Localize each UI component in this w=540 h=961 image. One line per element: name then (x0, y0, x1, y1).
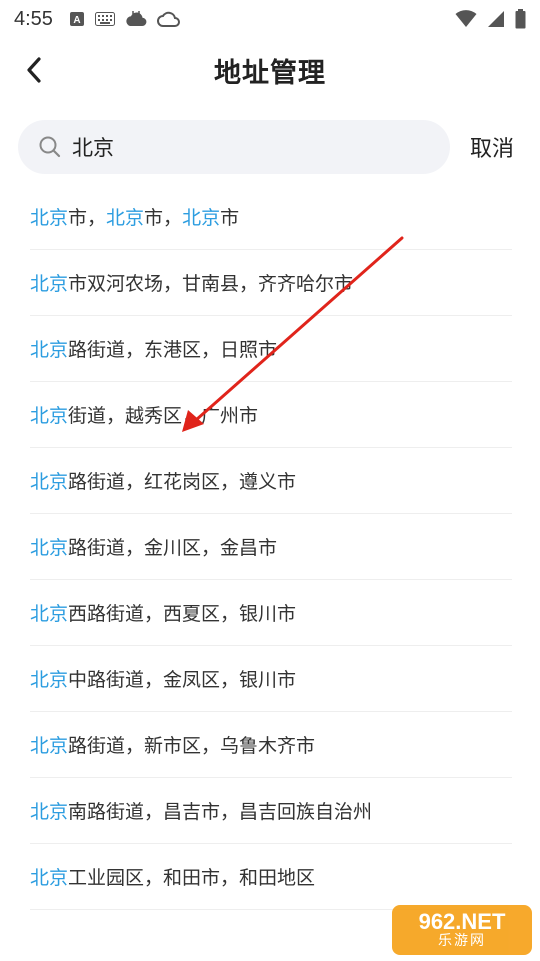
result-text: 路街道，新市区，乌鲁木齐市 (68, 735, 316, 757)
page-title: 地址管理 (214, 57, 326, 89)
back-button[interactable] (14, 50, 54, 90)
result-text: 路街道，东港区，日照市 (68, 339, 278, 361)
chevron-left-icon (27, 57, 41, 83)
cloud-outline-icon (157, 10, 181, 28)
result-match: 北京 (30, 669, 69, 691)
result-match: 北京 (30, 603, 69, 625)
result-list: 北京 市， 北京 市， 北京市 北京 市双河农场，甘南县，齐齐哈尔市 北京 路街道，东港区，… (0, 184, 540, 910)
result-match: 北京 (30, 339, 69, 361)
status-icons-right (455, 9, 526, 29)
result-text: 市双河农场，甘南县，齐齐哈尔市 (68, 273, 354, 295)
result-item[interactable]: 北京 市， 北京 市， 北京市 (30, 184, 512, 250)
search-input[interactable] (72, 135, 412, 159)
status-time: 4:55 (14, 7, 53, 30)
result-item[interactable]: 北京 工业园区，和田市，和田地区 (30, 844, 512, 910)
a-box-icon: A (69, 11, 85, 27)
result-match: 北京 (30, 207, 69, 229)
result-text: 中路街道，金凤区，银川市 (68, 669, 297, 691)
result-item[interactable]: 北京 市双河农场，甘南县，齐齐哈尔市 (30, 250, 512, 316)
result-text: 市， (68, 207, 107, 229)
screen: 4:55 A 地址管理 北京 取消 北京 市， 北京 市， 北京 市 北京 市双… (0, 0, 540, 961)
result-text: 市 (220, 207, 240, 229)
status-icons-left: A (69, 10, 181, 28)
result-match: 北京 (30, 471, 69, 493)
result-match: 北京 (30, 735, 69, 757)
result-text: 西路街道，西夏区，银川市 (68, 603, 297, 625)
result-text: 街道，越秀区，广州市 (68, 405, 259, 427)
svg-text:A: A (73, 15, 80, 26)
keyboard-icon (94, 12, 115, 26)
result-text: 工业园区，和田市，和田地区 (68, 867, 316, 889)
result-match: 北京 (106, 207, 145, 229)
result-text: 路街道，红花岗区，遵义市 (68, 471, 297, 493)
cancel-button[interactable]: 取消 (470, 131, 514, 163)
result-match: 北京 (30, 405, 69, 427)
result-match: 北京 (30, 801, 69, 823)
result-match: 北京 (182, 207, 221, 229)
result-item[interactable]: 北京 街道，越秀区，广州市 (30, 382, 512, 448)
result-text: 路街道，金川区，金昌市 (68, 537, 278, 559)
wifi-icon (455, 10, 477, 28)
result-item[interactable]: 北京 路街道，红花岗区，遵义市 (30, 448, 512, 514)
result-match: 北京 (30, 867, 69, 889)
watermark-logo: 962.NET 乐游网 (392, 905, 532, 955)
weather-cloud-icon (125, 10, 147, 28)
search-row: 取消 (0, 120, 540, 174)
result-item[interactable]: 北京 路街道，金川区，金昌市 (30, 514, 512, 580)
search-icon (39, 136, 61, 158)
result-item[interactable]: 北京 路街道，新市区，乌鲁木齐市 (30, 712, 512, 778)
watermark-top: 962.NET (418, 909, 506, 934)
status-bar: 4:55 A (0, 0, 540, 38)
result-item[interactable]: 北京 路街道，东港区，日照市 (30, 316, 512, 382)
result-item[interactable]: 北京 南路街道，昌吉市，昌吉回族自治州 (30, 778, 512, 844)
result-text: 南路街道，昌吉市，昌吉回族自治州 (68, 801, 373, 823)
header: 地址管理 (0, 38, 540, 102)
watermark-bottom: 乐游网 (438, 933, 486, 949)
result-match: 北京 (30, 273, 69, 295)
search-box[interactable] (18, 120, 450, 174)
result-item[interactable]: 北京 西路街道，西夏区，银川市 (30, 580, 512, 646)
signal-icon (487, 10, 505, 28)
result-text: 市， (144, 207, 183, 229)
result-match: 北京 (30, 537, 69, 559)
result-item[interactable]: 北京 中路街道，金凤区，银川市 (30, 646, 512, 712)
battery-icon (515, 9, 526, 29)
